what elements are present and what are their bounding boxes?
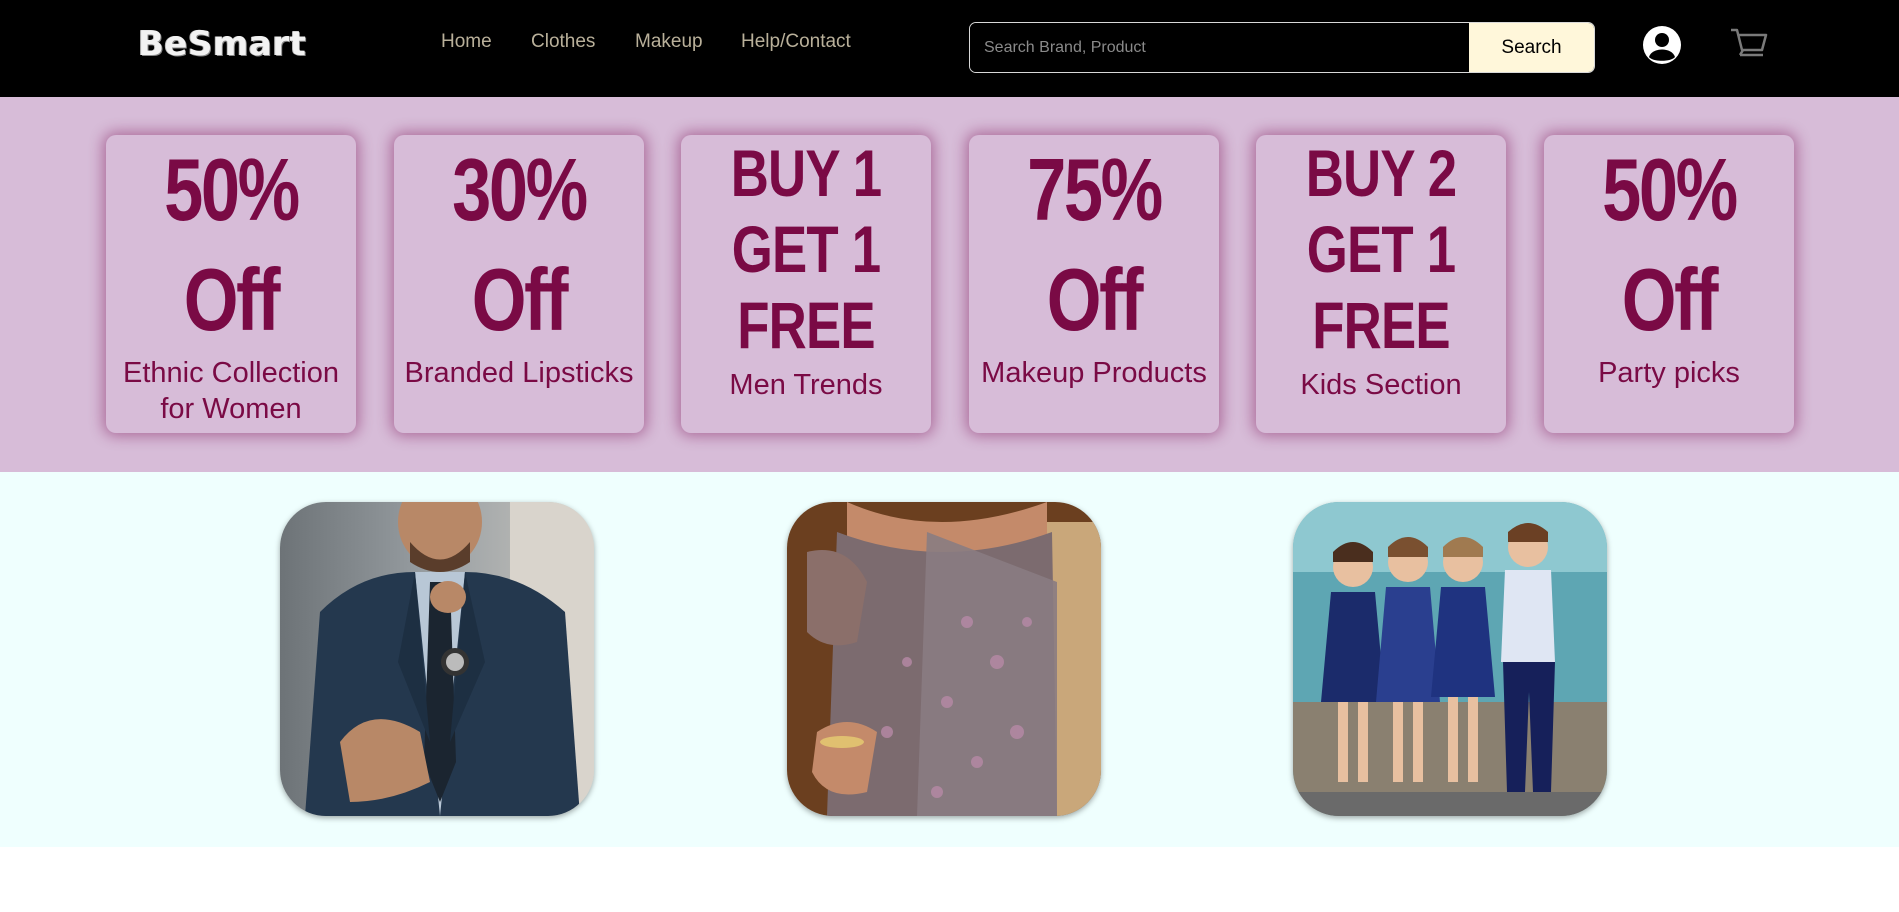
user-icon[interactable] [1642,25,1682,65]
offer-card-ethnic[interactable]: 50% Off Ethnic Collection for Women [106,135,356,433]
offer-card-party[interactable]: 50% Off Party picks [1544,135,1794,433]
offer-percent: 50% [164,140,300,239]
offer-buy: BUY 1 [730,136,882,210]
offer-label: Kids Section [1300,369,1462,401]
kids-fashion-image[interactable] [1293,502,1607,816]
offer-card-lipsticks[interactable]: 30% Off Branded Lipsticks [394,135,644,433]
search-bar: Search [969,22,1595,73]
offer-buy: BUY 2 [1305,136,1457,210]
nav-makeup[interactable]: Makeup [635,31,703,53]
offer-card-kids[interactable]: BUY 2 GET 1 FREE Kids Section [1256,135,1506,433]
offer-free: FREE [1312,288,1450,362]
offer-percent: 50% [1602,140,1738,239]
offer-label: Men Trends [729,369,883,401]
offer-label: Party picks [1598,357,1740,389]
offer-card-men[interactable]: BUY 1 GET 1 FREE Men Trends [681,135,931,433]
nav-home[interactable]: Home [441,31,492,53]
search-button[interactable]: Search [1469,23,1594,72]
offer-percent: 30% [452,140,588,239]
men-suit-image[interactable] [280,502,594,816]
cart-icon[interactable] [1729,26,1769,62]
offers-banner: 50% Off Ethnic Collection for Women 30% … [0,97,1899,472]
offer-percent: 75% [1027,140,1163,239]
nav-help-contact[interactable]: Help/Contact [741,31,851,53]
offer-label: Ethnic Collection for Women [123,357,339,425]
offer-label: Makeup Products [981,357,1207,389]
offer-card-makeup[interactable]: 75% Off Makeup Products [969,135,1219,433]
brand-logo[interactable]: BeSmart [138,24,306,64]
offer-free: FREE [737,288,875,362]
offer-get: GET 1 [1306,212,1456,286]
offer-off: Off [1621,250,1719,349]
offer-off: Off [1046,250,1144,349]
nav-clothes[interactable]: Clothes [531,31,595,53]
offer-off: Off [183,250,281,349]
offer-get: GET 1 [731,212,881,286]
women-saree-image[interactable] [787,502,1101,816]
offer-label: Branded Lipsticks [404,357,634,389]
site-header: BeSmart Home Clothes Makeup Help/Contact… [0,0,1899,97]
category-section [0,472,1899,847]
search-input[interactable] [970,23,1469,72]
offer-off: Off [471,250,569,349]
